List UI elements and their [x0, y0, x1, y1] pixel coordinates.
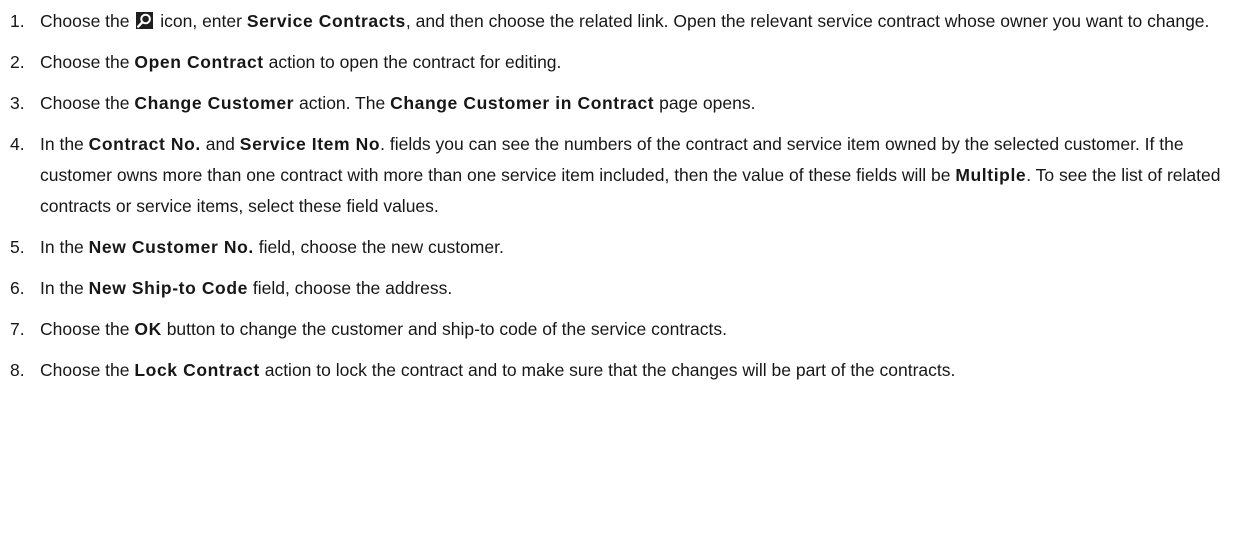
step-number: 3.	[10, 93, 25, 113]
step-text: Choose the Change Customer action. The C…	[40, 93, 756, 113]
ui-term: New Ship-to Code	[88, 278, 248, 298]
step-3: 3. Choose the Change Customer action. Th…	[0, 88, 1245, 119]
step-5: 5. In the New Customer No. field, choose…	[0, 232, 1245, 263]
step-text: In the Contract No. and Service Item No.…	[40, 134, 1221, 216]
step-number: 6.	[10, 278, 25, 298]
step-6: 6. In the New Ship-to Code field, choose…	[0, 273, 1245, 304]
procedure-steps-list: 1. Choose the icon, enter Service Contra…	[0, 6, 1245, 386]
ui-term: Change Customer	[134, 93, 295, 113]
step-text: In the New Ship-to Code field, choose th…	[40, 278, 453, 298]
step-text: Choose the icon, enter Service Contracts…	[40, 11, 1210, 31]
ui-term: Lock Contract	[134, 360, 260, 380]
step-7: 7. Choose the OK button to change the cu…	[0, 314, 1245, 345]
step-8: 8. Choose the Lock Contract action to lo…	[0, 355, 1245, 386]
search-icon	[136, 12, 154, 29]
step-2: 2. Choose the Open Contract action to op…	[0, 47, 1245, 78]
step-number: 7.	[10, 319, 25, 339]
ui-term: Service Contracts	[246, 11, 406, 31]
step-number: 2.	[10, 52, 25, 72]
step-number: 5.	[10, 237, 25, 257]
step-text: Choose the OK button to change the custo…	[40, 319, 728, 339]
step-text: Choose the Open Contract action to open …	[40, 52, 562, 72]
ui-term: New Customer No.	[88, 237, 254, 257]
ui-term: OK	[134, 319, 162, 339]
step-text: Choose the Lock Contract action to lock …	[40, 360, 956, 380]
step-4: 4. In the Contract No. and Service Item …	[0, 129, 1245, 222]
step-text: In the New Customer No. field, choose th…	[40, 237, 504, 257]
ui-term: Multiple	[955, 165, 1027, 185]
step-number: 4.	[10, 134, 25, 154]
ui-term: Service Item No	[239, 134, 381, 154]
step-number: 1.	[10, 11, 25, 31]
step-1: 1. Choose the icon, enter Service Contra…	[0, 6, 1245, 37]
ui-term: Contract No.	[88, 134, 201, 154]
ui-term: Open Contract	[134, 52, 264, 72]
ui-term: Change Customer in Contract	[390, 93, 655, 113]
step-number: 8.	[10, 360, 25, 380]
